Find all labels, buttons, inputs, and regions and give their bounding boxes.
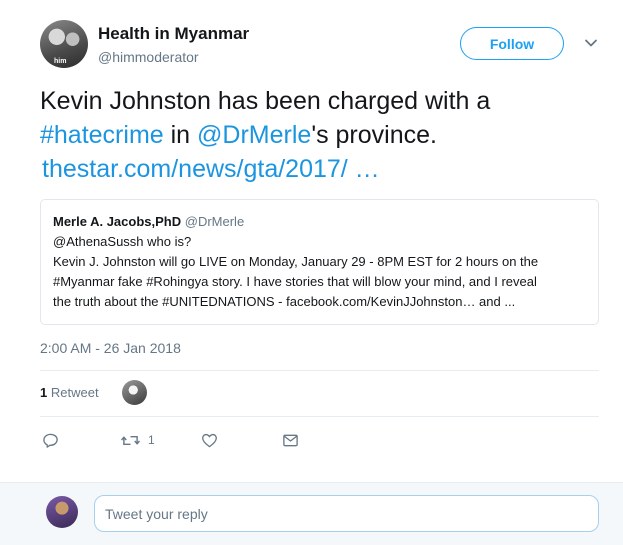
reply-button[interactable] <box>42 431 59 449</box>
author-handle[interactable]: @himmoderator <box>98 49 199 65</box>
user-avatar <box>46 496 78 528</box>
divider <box>40 416 599 417</box>
tweet-text: Kevin Johnston has been charged with a #… <box>40 84 600 186</box>
divider <box>40 370 599 371</box>
quoted-tweet-line: @AthenaSussh who is? <box>53 234 192 249</box>
tweet-text-part: 's province. <box>311 121 437 149</box>
retweet-icon <box>120 435 141 445</box>
retweet-stat[interactable]: 1 Retweet <box>40 385 99 400</box>
like-icon <box>202 433 217 447</box>
quoted-author-name: Merle A. Jacobs,PhD <box>53 214 182 229</box>
author-name[interactable]: Health in Myanmar <box>98 24 249 44</box>
direct-message-icon <box>283 434 298 446</box>
direct-message-button[interactable] <box>282 431 299 449</box>
hashtag-link[interactable]: #hatecrime <box>40 121 164 149</box>
mention-link[interactable]: @DrMerle <box>197 121 311 149</box>
retweet-count: 1 <box>148 433 155 447</box>
retweet-stat-count: 1 <box>40 385 48 400</box>
tweet-timestamp[interactable]: 2:00 AM - 26 Jan 2018 <box>40 340 181 356</box>
quoted-author-handle: @DrMerle <box>184 214 245 229</box>
quoted-tweet-line: Kevin J. Johnston will go LIVE on Monday… <box>53 254 539 269</box>
avatar-tag: him <box>54 58 67 65</box>
retweet-button[interactable]: 1 <box>120 431 155 449</box>
quoted-tweet-line: the truth about the #UNITEDNATIONS - fac… <box>53 294 516 309</box>
follow-button[interactable]: Follow <box>460 27 564 60</box>
chevron-down-icon[interactable] <box>584 36 598 50</box>
article-link[interactable]: thestar.com/news/gta/2017/ … <box>42 155 380 183</box>
tweet-text-part: Kevin Johnston has been charged with a <box>40 87 491 115</box>
tweet-text-part: in <box>163 121 198 149</box>
quoted-tweet-header: Merle A. Jacobs,PhD @DrMerle <box>53 212 586 232</box>
quoted-tweet[interactable]: Merle A. Jacobs,PhD @DrMerle @AthenaSuss… <box>40 199 599 325</box>
retweeter-avatar[interactable] <box>122 380 147 405</box>
like-button[interactable] <box>201 431 218 449</box>
reply-input[interactable] <box>94 495 599 532</box>
retweet-stat-label: Retweet <box>50 385 99 400</box>
quoted-tweet-line: #Myanmar fake #Rohingya story. I have st… <box>53 274 537 289</box>
reply-icon <box>43 433 58 448</box>
author-avatar[interactable]: him <box>40 20 88 68</box>
